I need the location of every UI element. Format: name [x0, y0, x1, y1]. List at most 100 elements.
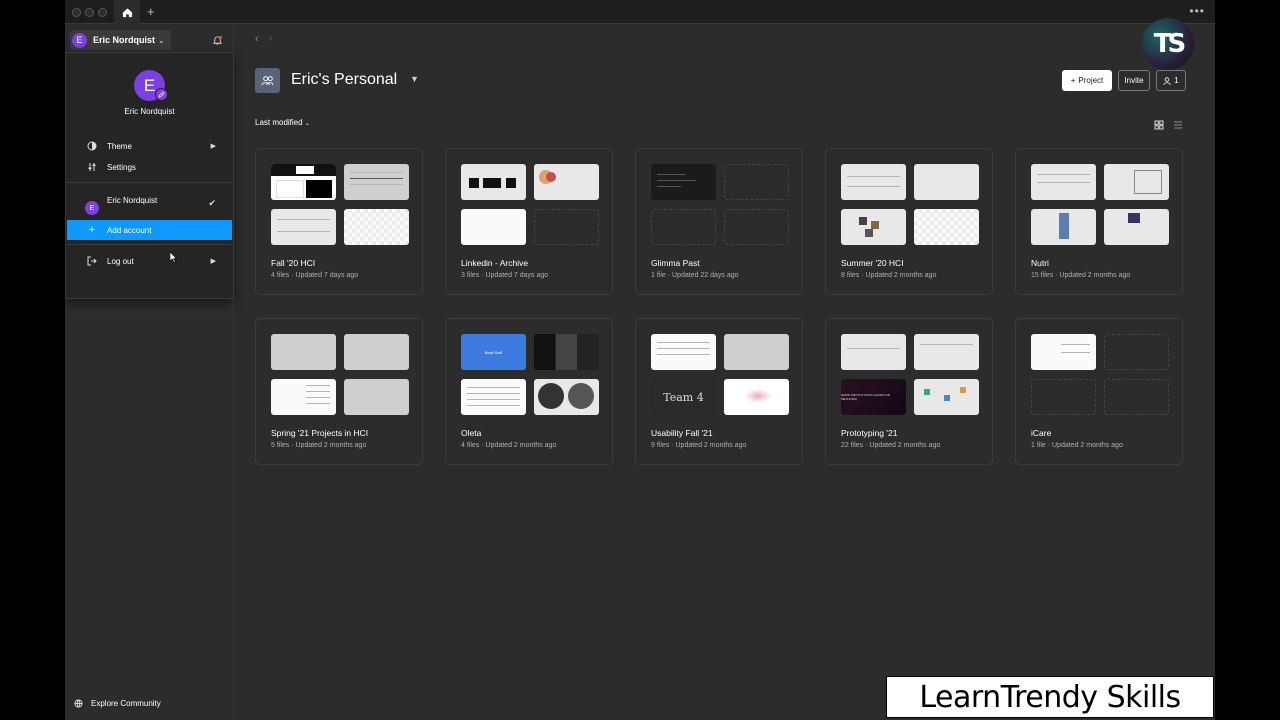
project-meta: 1 file · Updated 22 days ago [651, 272, 739, 279]
file-thumbnail: Beat Stuff [461, 334, 526, 370]
window-zoom-button[interactable] [98, 8, 107, 17]
menu-item-log-out[interactable]: Log out ▶ [67, 251, 232, 271]
file-thumbnail [651, 334, 716, 370]
file-thumbnail [914, 209, 979, 245]
menu-item-label: Settings [107, 162, 136, 172]
chevron-down-icon[interactable]: ▼ [410, 74, 419, 84]
menu-divider [66, 244, 233, 245]
file-thumbnail [461, 164, 526, 200]
forward-arrow-icon[interactable]: › [269, 33, 283, 45]
file-thumbnail [1031, 334, 1096, 370]
file-thumbnail [461, 379, 526, 415]
project-name: Spring '21 Projects in HCI [271, 428, 369, 438]
checkmark-icon: ✔ [208, 197, 216, 208]
person-icon [1163, 76, 1171, 85]
account-menu: E Eric Nordquist Theme ▶ Settings E Eric… [65, 52, 234, 299]
invite-button[interactable]: Invite [1118, 70, 1150, 91]
file-thumbnail: RAPID PROTOTYPING (LEARN OR METHODS) [841, 379, 906, 415]
file-thumbnail [271, 164, 336, 200]
project-meta: 5 files · Updated 2 months ago [271, 442, 367, 449]
project-card-linkedin-archive[interactable]: Linkedin - Archive 3 files · Updated 7 d… [445, 148, 613, 295]
project-card-spring-21-projects-in-hci[interactable]: Spring '21 Projects in HCI 5 files · Upd… [255, 318, 423, 465]
project-name: Nutri [1031, 258, 1049, 268]
menu-item-label: Eric Nordquist [107, 195, 158, 205]
list-view-icon[interactable] [1173, 117, 1183, 135]
account-switcher[interactable]: E Eric Nordquist ⌄ [70, 30, 171, 50]
file-thumbnail [271, 209, 336, 245]
file-thumbnail [724, 334, 789, 370]
project-meta: 3 files · Updated 7 days ago [461, 272, 549, 279]
file-thumbnail [534, 379, 599, 415]
menu-item-add-account[interactable]: + Add account [67, 220, 232, 240]
project-name: Summer '20 HCI [841, 258, 904, 268]
globe-icon [74, 699, 83, 708]
main-content: ‹› Eric's Personal ▼ + Project Invite 1 L… [235, 24, 1215, 720]
app-window: + ••• E Eric Nordquist ⌄ E Eric Nordquis… [65, 0, 1215, 720]
menu-divider [66, 182, 233, 183]
chevron-right-icon: ▶ [210, 258, 216, 265]
project-card-prototyping-21[interactable]: RAPID PROTOTYPING (LEARN OR METHODS) Pro… [825, 318, 993, 465]
file-thumbnail [344, 379, 409, 415]
theme-icon [85, 141, 99, 151]
project-name: Fall '20 HCI [271, 258, 316, 268]
window-close-button[interactable] [72, 8, 81, 17]
log-out-icon [85, 256, 99, 266]
account-name: Eric Nordquist [93, 35, 156, 45]
project-card-oleta[interactable]: Beat Stuff Oleta 4 files · Updated 2 mon… [445, 318, 613, 465]
file-thumbnail [344, 164, 409, 200]
empty-thumbnail [724, 164, 789, 200]
avatar: E [72, 32, 87, 48]
menu-item-theme[interactable]: Theme ▶ [67, 136, 232, 156]
project-card-icare[interactable]: iCare 1 file · Updated 2 months ago [1015, 318, 1183, 465]
chevron-down-icon: ⌄ [158, 35, 165, 45]
project-meta: 4 files · Updated 7 days ago [271, 272, 359, 279]
empty-thumbnail [1104, 379, 1169, 415]
more-options-icon[interactable]: ••• [1189, 4, 1205, 18]
home-icon [122, 7, 132, 17]
chevron-right-icon: ▶ [210, 143, 216, 150]
back-arrow-icon[interactable]: ‹ [255, 33, 269, 45]
edit-pencil-icon[interactable] [155, 88, 168, 101]
file-thumbnail: Team 4 [651, 379, 716, 415]
project-card-glimma-past[interactable]: Glimma Past 1 file · Updated 22 days ago [635, 148, 803, 295]
explore-community-link[interactable]: Explore Community [74, 699, 161, 708]
new-project-button[interactable]: + Project [1062, 70, 1112, 91]
title-bar: + ••• [65, 0, 1215, 24]
members-button[interactable]: 1 [1156, 70, 1186, 91]
project-card-summer-20-hci[interactable]: Summer '20 HCI 8 files · Updated 2 month… [825, 148, 993, 295]
explore-label: Explore Community [91, 699, 161, 708]
menu-item-account[interactable]: E Eric Nordquist ✔ [67, 189, 232, 217]
menu-item-label: Theme [107, 141, 132, 151]
project-card-fall-20-hci[interactable]: Fall '20 HCI 4 files · Updated 7 days ag… [255, 148, 423, 295]
new-tab-button[interactable]: + [147, 4, 155, 19]
project-meta: 1 file · Updated 2 months ago [1031, 442, 1123, 449]
project-name: Prototyping '21 [841, 428, 898, 438]
menu-item-settings[interactable]: Settings [67, 157, 232, 177]
channel-logo: TS [1142, 18, 1194, 70]
file-thumbnail [534, 334, 599, 370]
project-name: iCare [1031, 428, 1052, 438]
window-minimize-button[interactable] [85, 8, 94, 17]
plus-icon: + [88, 224, 96, 236]
notification-bell-icon[interactable] [212, 33, 223, 51]
mouse-pointer-icon [169, 250, 178, 268]
grid-view-icon[interactable] [1154, 117, 1164, 135]
file-thumbnail [534, 164, 599, 200]
project-card-usability-fall-21[interactable]: Team 4 Usability Fall '21 9 files · Upda… [635, 318, 803, 465]
file-thumbnail [271, 379, 336, 415]
project-name: Linkedin - Archive [461, 258, 529, 268]
watermark: LearnTrendy Skills [886, 676, 1214, 718]
sort-dropdown[interactable]: Last modified ⌄ [255, 118, 310, 127]
project-meta: 15 files · Updated 2 months ago [1031, 272, 1131, 279]
project-meta: 9 files · Updated 2 months ago [651, 442, 747, 449]
file-thumbnail [914, 379, 979, 415]
file-thumbnail [1104, 164, 1169, 200]
chevron-down-icon: ⌄ [304, 121, 310, 127]
project-card-nutri[interactable]: Nutri 15 files · Updated 2 months ago [1015, 148, 1183, 295]
file-thumbnail [1031, 209, 1096, 245]
project-name: Usability Fall '21 [651, 428, 713, 438]
team-icon [255, 68, 280, 93]
home-tab[interactable] [114, 0, 140, 24]
page-title[interactable]: Eric's Personal [291, 71, 397, 89]
file-thumbnail [344, 334, 409, 370]
